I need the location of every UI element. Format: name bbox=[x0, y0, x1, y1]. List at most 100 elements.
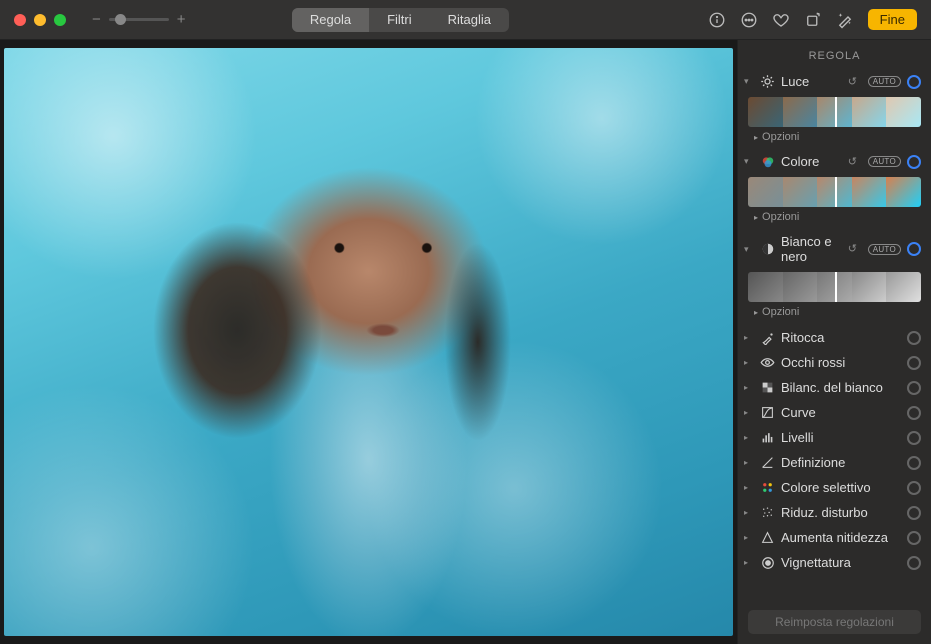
minimize-window-button[interactable] bbox=[34, 14, 46, 26]
row-vignette-label: Vignettatura bbox=[781, 555, 851, 570]
edit-mode-tabs: Regola Filtri Ritaglia bbox=[292, 8, 509, 32]
row-retouch-label: Ritocca bbox=[781, 330, 824, 345]
chevron-right-icon: ▸ bbox=[754, 308, 758, 317]
tab-adjust[interactable]: Regola bbox=[292, 8, 369, 32]
window-controls bbox=[14, 14, 66, 26]
light-options-label: Opzioni bbox=[762, 131, 799, 143]
enable-selcolor-toggle[interactable] bbox=[907, 481, 921, 495]
enable-retouch-toggle[interactable] bbox=[907, 331, 921, 345]
levels-icon bbox=[760, 430, 775, 445]
row-definition-label: Definizione bbox=[781, 455, 845, 470]
row-wb[interactable]: ▸Bilanc. del bianco bbox=[738, 375, 931, 400]
definition-icon bbox=[760, 455, 775, 470]
chevron-right-icon: ▸ bbox=[744, 558, 754, 567]
enable-noise-toggle[interactable] bbox=[907, 506, 921, 520]
chevron-right-icon: ▸ bbox=[744, 458, 754, 467]
sidebar-header: REGOLA bbox=[738, 40, 931, 70]
done-button[interactable]: Fine bbox=[868, 9, 917, 30]
row-noise-label: Riduz. disturbo bbox=[781, 505, 868, 520]
color-preview-strip[interactable] bbox=[748, 177, 921, 207]
row-curves[interactable]: ▸Curve bbox=[738, 400, 931, 425]
adjust-sidebar: REGOLA ▾ Luce ↺ AUTO ▸ Opzioni ▾ Colore ↺… bbox=[737, 40, 931, 644]
auto-enhance-icon[interactable] bbox=[836, 11, 854, 29]
photo-canvas[interactable] bbox=[0, 40, 737, 644]
chevron-right-icon: ▸ bbox=[744, 358, 754, 367]
tab-crop[interactable]: Ritaglia bbox=[430, 8, 509, 32]
color-icon bbox=[760, 154, 775, 169]
zoom-slider[interactable] bbox=[109, 18, 169, 21]
row-sharpen[interactable]: ▸ Aumenta nitidezza bbox=[738, 525, 931, 550]
chevron-right-icon: ▸ bbox=[744, 408, 754, 417]
enable-wb-toggle[interactable] bbox=[907, 381, 921, 395]
color-options-toggle[interactable]: ▸Opzioni bbox=[738, 209, 931, 229]
enable-sharpen-toggle[interactable] bbox=[907, 531, 921, 545]
section-bw: ▾ Bianco e nero ↺ AUTO ▸ Opzioni bbox=[738, 230, 931, 325]
chevron-right-icon: ▸ bbox=[744, 383, 754, 392]
bw-icon bbox=[760, 242, 775, 257]
section-bw-label: Bianco e nero bbox=[781, 234, 842, 264]
light-options-toggle[interactable]: ▸ Opzioni bbox=[738, 129, 931, 149]
section-light-header[interactable]: ▾ Luce ↺ AUTO bbox=[738, 70, 931, 93]
retouch-icon bbox=[760, 330, 775, 345]
row-noise[interactable]: ▸ Riduz. disturbo bbox=[738, 500, 931, 525]
row-vignette[interactable]: ▸ Vignettatura bbox=[738, 550, 931, 575]
row-levels[interactable]: ▸Livelli bbox=[738, 425, 931, 450]
auto-color-button[interactable]: AUTO bbox=[868, 156, 901, 167]
bw-preview-strip[interactable] bbox=[748, 272, 921, 302]
reset-adjustments-button[interactable]: Reimposta regolazioni bbox=[748, 610, 921, 634]
enable-light-toggle[interactable] bbox=[907, 75, 921, 89]
row-selcolor[interactable]: ▸Colore selettivo bbox=[738, 475, 931, 500]
enable-vignette-toggle[interactable] bbox=[907, 556, 921, 570]
section-bw-header[interactable]: ▾ Bianco e nero ↺ AUTO bbox=[738, 230, 931, 268]
curves-icon bbox=[760, 405, 775, 420]
bw-options-toggle[interactable]: ▸ Opzioni bbox=[738, 304, 931, 324]
sharpen-icon bbox=[760, 530, 775, 545]
favorite-icon[interactable] bbox=[772, 11, 790, 29]
info-icon[interactable] bbox=[708, 11, 726, 29]
titlebar: − + Regola Filtri Ritaglia Fine bbox=[0, 0, 931, 40]
section-light: ▾ Luce ↺ AUTO ▸ Opzioni bbox=[738, 70, 931, 150]
section-color: ▾ Colore ↺ AUTO ▸Opzioni bbox=[738, 150, 931, 230]
noise-icon bbox=[760, 505, 775, 520]
chevron-right-icon: ▸ bbox=[744, 333, 754, 342]
light-icon bbox=[760, 74, 775, 89]
enable-bw-toggle[interactable] bbox=[907, 242, 921, 256]
photo-preview bbox=[4, 48, 733, 636]
zoom-control: − + bbox=[92, 11, 186, 28]
vignette-icon bbox=[760, 555, 775, 570]
disclosure-down-icon: ▾ bbox=[744, 76, 754, 87]
reset-bw-icon[interactable]: ↺ bbox=[848, 242, 862, 256]
redeye-icon bbox=[760, 355, 775, 370]
enable-curves-toggle[interactable] bbox=[907, 406, 921, 420]
reset-color-icon[interactable]: ↺ bbox=[848, 155, 862, 169]
row-retouch[interactable]: ▸ Ritocca bbox=[738, 325, 931, 350]
row-sharpen-label: Aumenta nitidezza bbox=[781, 530, 888, 545]
zoom-slider-knob[interactable] bbox=[115, 14, 126, 25]
enable-definition-toggle[interactable] bbox=[907, 456, 921, 470]
auto-bw-button[interactable]: AUTO bbox=[868, 244, 901, 255]
rotate-icon[interactable] bbox=[804, 11, 822, 29]
chevron-right-icon: ▸ bbox=[744, 533, 754, 542]
row-redeye[interactable]: ▸Occhi rossi bbox=[738, 350, 931, 375]
auto-light-button[interactable]: AUTO bbox=[868, 76, 901, 87]
chevron-right-icon: ▸ bbox=[744, 508, 754, 517]
light-preview-strip[interactable] bbox=[748, 97, 921, 127]
row-definition[interactable]: ▸ Definizione bbox=[738, 450, 931, 475]
enable-redeye-toggle[interactable] bbox=[907, 356, 921, 370]
zoom-out-icon[interactable]: − bbox=[92, 11, 101, 28]
section-color-label: Colore bbox=[781, 154, 842, 169]
enable-levels-toggle[interactable] bbox=[907, 431, 921, 445]
tab-filters[interactable]: Filtri bbox=[369, 8, 430, 32]
close-window-button[interactable] bbox=[14, 14, 26, 26]
chevron-right-icon: ▸ bbox=[754, 133, 758, 142]
enable-color-toggle[interactable] bbox=[907, 155, 921, 169]
selective-color-icon bbox=[760, 480, 775, 495]
section-color-header[interactable]: ▾ Colore ↺ AUTO bbox=[738, 150, 931, 173]
zoom-in-icon[interactable]: + bbox=[177, 11, 186, 28]
fullscreen-window-button[interactable] bbox=[54, 14, 66, 26]
more-icon[interactable] bbox=[740, 11, 758, 29]
sidebar-footer: Reimposta regolazioni bbox=[738, 600, 931, 644]
reset-light-icon[interactable]: ↺ bbox=[848, 75, 862, 89]
bw-options-label: Opzioni bbox=[762, 306, 799, 318]
chevron-right-icon: ▸ bbox=[754, 213, 758, 222]
